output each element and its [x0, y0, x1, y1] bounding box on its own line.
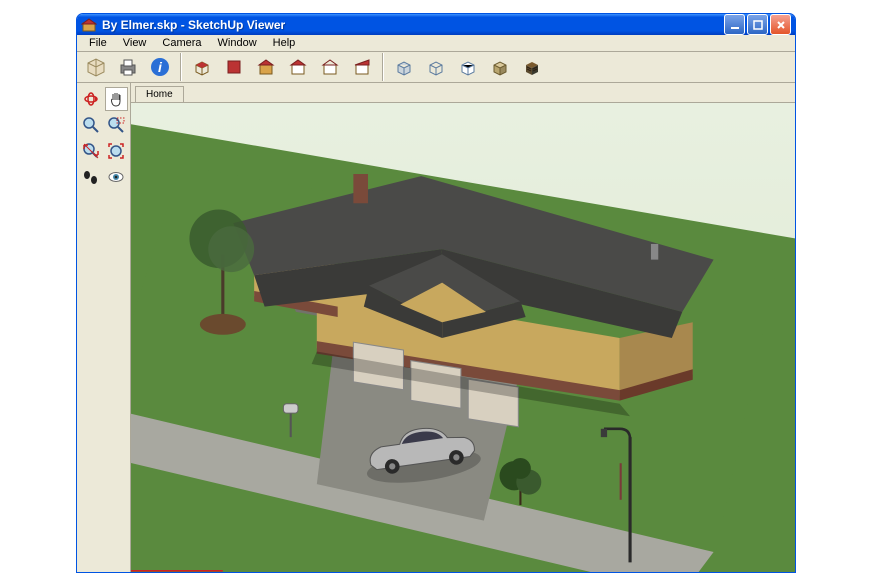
zoom-button[interactable] — [79, 113, 103, 137]
zoom-extents-button[interactable] — [105, 139, 129, 163]
zoom-previous-button[interactable] — [79, 139, 103, 163]
maximize-button[interactable] — [747, 14, 768, 35]
textured-button[interactable] — [517, 52, 547, 82]
walk-button[interactable] — [79, 165, 103, 189]
model-info-button[interactable]: i — [145, 52, 175, 82]
open-file-button[interactable] — [81, 52, 111, 82]
shaded-button[interactable] — [485, 52, 515, 82]
menu-view[interactable]: View — [115, 35, 155, 51]
menubar: File View Camera Window Help — [77, 35, 795, 52]
titlebar[interactable]: By Elmer.skp - SketchUp Viewer — [77, 14, 795, 35]
zoom-window-button[interactable] — [105, 113, 129, 137]
menu-help[interactable]: Help — [265, 35, 304, 51]
xray-button[interactable] — [389, 52, 419, 82]
navigation-toolbar — [77, 83, 131, 573]
hidden-line-button[interactable] — [453, 52, 483, 82]
look-around-button[interactable] — [105, 165, 129, 189]
scene-tab-home[interactable]: Home — [135, 86, 184, 102]
top-view-button[interactable] — [219, 52, 249, 82]
3d-viewport[interactable] — [131, 103, 795, 573]
menu-file[interactable]: File — [81, 35, 115, 51]
front-view-button[interactable] — [251, 52, 281, 82]
pan-button[interactable] — [105, 87, 129, 111]
orbit-button[interactable] — [79, 87, 103, 111]
minimize-button[interactable] — [724, 14, 745, 35]
iso-view-button[interactable] — [187, 52, 217, 82]
close-button[interactable] — [770, 14, 791, 35]
right-view-button[interactable] — [283, 52, 313, 82]
print-button[interactable] — [113, 52, 143, 82]
menu-window[interactable]: Window — [210, 35, 265, 51]
app-window: By Elmer.skp - SketchUp Viewer File View… — [76, 13, 796, 573]
left-view-button[interactable] — [347, 52, 377, 82]
main-toolbar: i — [77, 52, 795, 83]
menu-camera[interactable]: Camera — [154, 35, 209, 51]
scene-tabs: Home — [131, 83, 795, 103]
window-title: By Elmer.skp - SketchUp Viewer — [102, 18, 724, 32]
back-view-button[interactable] — [315, 52, 345, 82]
app-icon — [81, 17, 97, 33]
wireframe-button[interactable] — [421, 52, 451, 82]
